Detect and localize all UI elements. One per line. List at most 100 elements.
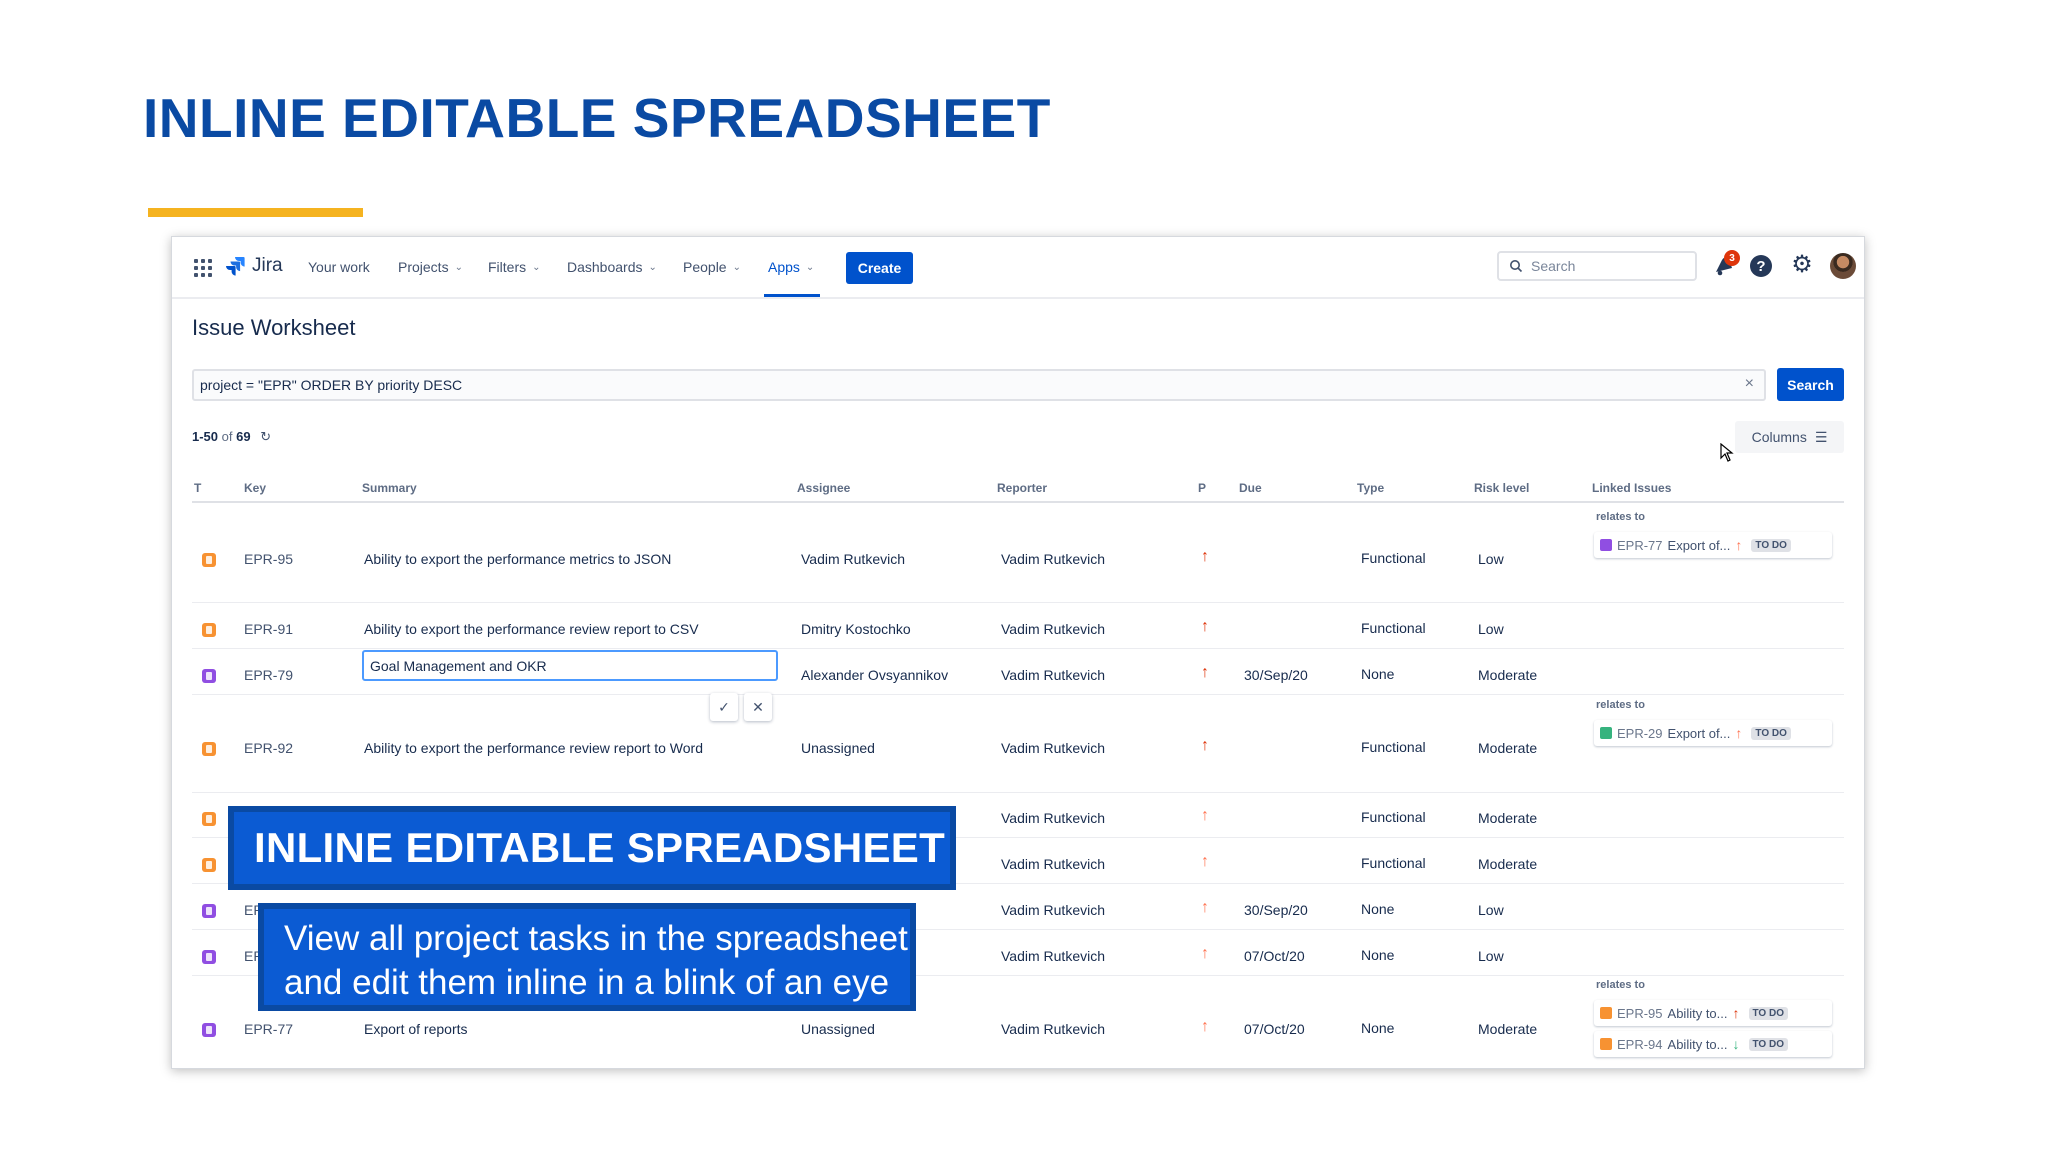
clear-query-icon[interactable]: × — [1745, 375, 1754, 393]
issue-type-field[interactable]: Functional — [1361, 550, 1426, 566]
issue-key-link[interactable]: EPR-92 — [244, 740, 293, 756]
column-header-type[interactable]: T — [194, 481, 201, 495]
issue-assignee[interactable]: Unassigned — [801, 1021, 875, 1037]
issue-risk-level[interactable]: Moderate — [1478, 856, 1537, 872]
issue-type-field[interactable]: Functional — [1361, 620, 1426, 636]
issue-risk-level[interactable]: Low — [1478, 902, 1504, 918]
row-divider — [192, 602, 1844, 603]
issue-risk-level[interactable]: Moderate — [1478, 667, 1537, 683]
column-header-due[interactable]: Due — [1239, 481, 1262, 495]
nav-apps[interactable]: Apps ⌄ — [768, 259, 814, 275]
global-search-input[interactable]: Search — [1497, 251, 1697, 281]
issue-reporter[interactable]: Vadim Rutkevich — [1001, 902, 1105, 918]
search-button[interactable]: Search — [1777, 368, 1844, 401]
issue-summary[interactable]: Ability to export the performance review… — [364, 621, 699, 637]
issue-risk-level[interactable]: Moderate — [1478, 810, 1537, 826]
linked-issue-type-icon — [1600, 1038, 1612, 1050]
issue-assignee[interactable]: Dmitry Kostochko — [801, 621, 911, 637]
nav-people[interactable]: People ⌄ — [683, 259, 741, 275]
issue-risk-level[interactable]: Low — [1478, 621, 1504, 637]
issue-reporter[interactable]: Vadim Rutkevich — [1001, 948, 1105, 964]
issue-key-link[interactable]: EPR-91 — [244, 621, 293, 637]
linked-issue-card[interactable]: EPR-77 Export of... ↑ TO DO — [1594, 532, 1832, 558]
issue-type-field[interactable]: None — [1361, 947, 1394, 963]
nav-dashboards[interactable]: Dashboards ⌄ — [567, 259, 657, 275]
nav-filters[interactable]: Filters ⌄ — [488, 259, 541, 275]
column-header-key[interactable]: Key — [244, 481, 266, 495]
issue-risk-level[interactable]: Moderate — [1478, 1021, 1537, 1037]
issue-due-date[interactable]: 07/Oct/20 — [1244, 1021, 1305, 1037]
story-type-icon — [202, 742, 216, 756]
issue-risk-level[interactable]: Low — [1478, 551, 1504, 567]
help-icon[interactable]: ? — [1750, 255, 1772, 277]
issue-assignee[interactable]: Vadim Rutkevich — [801, 551, 905, 567]
issue-reporter[interactable]: Vadim Rutkevich — [1001, 621, 1105, 637]
app-switcher-icon[interactable] — [194, 259, 212, 277]
column-header-linked-issues[interactable]: Linked Issues — [1592, 481, 1671, 495]
story-type-icon — [202, 858, 216, 872]
row-divider — [192, 694, 1844, 695]
issue-risk-level[interactable]: Low — [1478, 948, 1504, 964]
refresh-icon[interactable]: ↻ — [260, 429, 271, 444]
issue-reporter[interactable]: Vadim Rutkevich — [1001, 551, 1105, 567]
priority-arrow-icon: ↑ — [1201, 548, 1209, 565]
overlay-caption-line2: and edit them inline in a blink of an ey… — [284, 963, 890, 1002]
column-header-priority[interactable]: P — [1198, 481, 1206, 495]
issue-summary[interactable]: Ability to export the performance metric… — [364, 551, 671, 567]
cancel-edit-close-icon[interactable]: ✕ — [744, 693, 772, 721]
linked-issue-card[interactable]: EPR-95 Ability to... ↑ TO DO — [1594, 1000, 1832, 1026]
create-button[interactable]: Create — [846, 252, 913, 284]
issue-key-link[interactable]: EPR-77 — [244, 1021, 293, 1037]
issue-assignee[interactable]: Unassigned — [801, 740, 875, 756]
linked-issue-priority-icon: ↑ — [1735, 725, 1743, 741]
jql-query-input[interactable]: project = "EPR" ORDER BY priority DESC × — [192, 369, 1766, 401]
row-divider — [192, 648, 1844, 649]
issue-type-field[interactable]: None — [1361, 1020, 1394, 1036]
issue-due-date[interactable]: 30/Sep/20 — [1244, 902, 1308, 918]
linked-issue-type-icon — [1600, 539, 1612, 551]
linked-issue-card[interactable]: EPR-29 Export of... ↑ TO DO — [1594, 720, 1832, 746]
linked-issue-title: Ability to... — [1667, 1005, 1728, 1021]
issue-reporter[interactable]: Vadim Rutkevich — [1001, 856, 1105, 872]
linked-issue-card[interactable]: EPR-94 Ability to... ↓ TO DO — [1594, 1031, 1832, 1057]
jira-logo-icon — [226, 257, 245, 276]
issue-assignee[interactable]: Alexander Ovsyannikov — [801, 667, 948, 683]
priority-arrow-icon: ↑ — [1201, 618, 1209, 635]
column-header-risk-level[interactable]: Risk level — [1474, 481, 1529, 495]
settings-gear-icon[interactable]: ⚙ — [1789, 252, 1815, 278]
issue-key-link[interactable]: EPR-79 — [244, 667, 293, 683]
issue-due-date[interactable]: 07/Oct/20 — [1244, 948, 1305, 964]
issue-type-field[interactable]: None — [1361, 666, 1394, 682]
issue-type-field[interactable]: Functional — [1361, 809, 1426, 825]
chevron-down-icon: ⌄ — [532, 261, 541, 273]
nav-your-work[interactable]: Your work — [308, 259, 370, 275]
nav-projects[interactable]: Projects ⌄ — [398, 259, 463, 275]
epic-type-icon — [202, 669, 216, 683]
issue-summary[interactable]: Ability to export the performance review… — [364, 740, 703, 756]
issue-reporter[interactable]: Vadim Rutkevich — [1001, 740, 1105, 756]
user-avatar[interactable] — [1830, 253, 1856, 279]
linked-relation-label: relates to — [1596, 979, 1645, 991]
issue-due-date[interactable]: 30/Sep/20 — [1244, 667, 1308, 683]
issue-type-field[interactable]: Functional — [1361, 739, 1426, 755]
nav-label: Projects — [398, 259, 449, 275]
column-header-summary[interactable]: Summary — [362, 481, 417, 495]
issue-type-field[interactable]: None — [1361, 901, 1394, 917]
columns-button[interactable]: Columns ☰ — [1735, 421, 1844, 453]
issue-summary[interactable]: Export of reports — [364, 1021, 468, 1037]
column-header-assignee[interactable]: Assignee — [797, 481, 850, 495]
issue-reporter[interactable]: Vadim Rutkevich — [1001, 810, 1105, 826]
mouse-cursor-icon — [1720, 443, 1734, 462]
confirm-edit-check-icon[interactable]: ✓ — [710, 693, 738, 721]
jql-query-text: project = "EPR" ORDER BY priority DESC — [200, 377, 463, 393]
column-header-type-field[interactable]: Type — [1357, 481, 1384, 495]
issue-reporter[interactable]: Vadim Rutkevich — [1001, 1021, 1105, 1037]
column-header-reporter[interactable]: Reporter — [997, 481, 1047, 495]
issue-reporter[interactable]: Vadim Rutkevich — [1001, 667, 1105, 683]
issue-type-field[interactable]: Functional — [1361, 855, 1426, 871]
inline-summary-editor[interactable]: Goal Management and OKR — [362, 650, 778, 681]
jira-logo[interactable]: Jira — [224, 255, 283, 277]
page-title: Issue Worksheet — [192, 315, 356, 340]
issue-risk-level[interactable]: Moderate — [1478, 740, 1537, 756]
issue-key-link[interactable]: EPR-95 — [244, 551, 293, 567]
